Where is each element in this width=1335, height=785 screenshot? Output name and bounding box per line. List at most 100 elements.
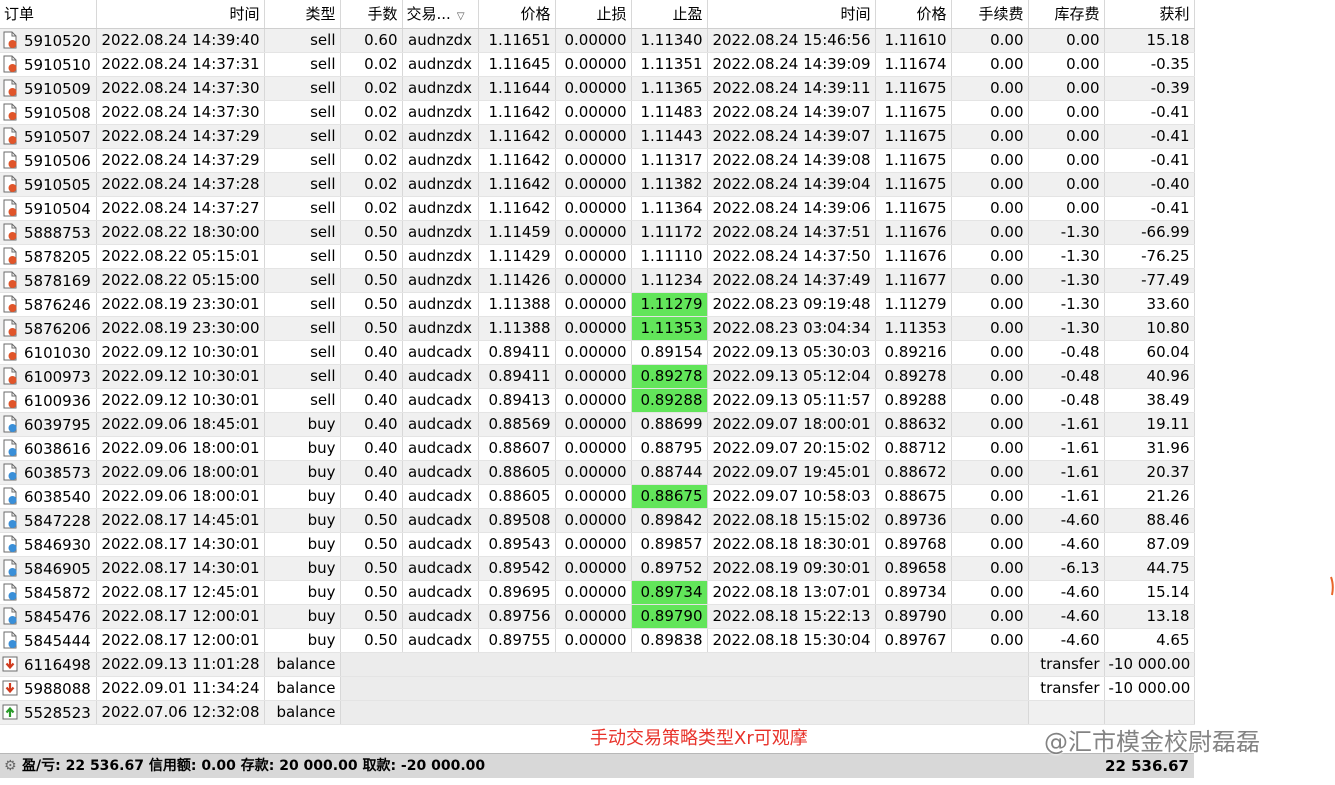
cell-type: buy bbox=[264, 604, 341, 629]
table-row[interactable]: 5876206 2022.08.19 23:30:00 sell 0.50 audnzd… bbox=[0, 316, 1195, 341]
table-row[interactable]: 6100973 2022.09.12 10:30:01 sell 0.40 audcad… bbox=[0, 364, 1195, 389]
col-header-profit[interactable]: 获利 bbox=[1104, 0, 1195, 29]
cell-profit: 88.46 bbox=[1104, 508, 1195, 533]
table-row[interactable]: 5910504 2022.08.24 14:37:27 sell 0.02 audnzd… bbox=[0, 196, 1195, 221]
cell-close-price: 1.11675 bbox=[875, 196, 952, 221]
table-row[interactable]: 5846930 2022.08.17 14:30:01 buy 0.50 audcadx… bbox=[0, 532, 1195, 557]
table-row[interactable]: 5845444 2022.08.17 12:00:01 buy 0.50 audcadx… bbox=[0, 628, 1195, 653]
cell-symbol: audcadx bbox=[402, 532, 479, 557]
cell-order: 5846905 bbox=[0, 556, 97, 581]
table-row[interactable]: 5845872 2022.08.17 12:45:01 buy 0.50 audcadx… bbox=[0, 580, 1195, 605]
cell-profit: 21.26 bbox=[1104, 484, 1195, 509]
balance-row[interactable]: 5528523 2022.07.06 12:32:08 balance bbox=[0, 700, 1195, 725]
table-row[interactable]: 5910506 2022.08.24 14:37:29 sell 0.02 audnzd… bbox=[0, 148, 1195, 173]
cell-symbol: audnzdx bbox=[402, 76, 479, 101]
cell-profit: 20.37 bbox=[1104, 460, 1195, 485]
cell-take-profit: 0.88795 bbox=[631, 436, 708, 461]
cell-take-profit: 0.88675 bbox=[631, 484, 708, 509]
cell-close-price: 0.89736 bbox=[875, 508, 952, 533]
cell-profit: -0.41 bbox=[1104, 148, 1195, 173]
withdrawal-arrow-icon bbox=[2, 656, 18, 671]
order-number: 5910520 bbox=[24, 31, 91, 50]
cell-close-price: 0.89216 bbox=[875, 340, 952, 365]
table-row[interactable]: 6038573 2022.09.06 18:00:01 buy 0.40 audcadx… bbox=[0, 460, 1195, 485]
cell-open-price: 1.11645 bbox=[478, 52, 556, 77]
table-row[interactable]: 5910510 2022.08.24 14:37:31 sell 0.02 audnzd… bbox=[0, 52, 1195, 77]
table-row[interactable]: 5847228 2022.08.17 14:45:01 buy 0.50 audcadx… bbox=[0, 508, 1195, 533]
cell-swap: -1.30 bbox=[1028, 316, 1105, 341]
order-number: 5910504 bbox=[24, 199, 91, 218]
col-header-close-price[interactable]: 价格 bbox=[875, 0, 952, 29]
cell-open-time: 2022.08.17 12:45:01 bbox=[96, 580, 265, 605]
cell-type: sell bbox=[264, 292, 341, 317]
table-row[interactable]: 5845476 2022.08.17 12:00:01 buy 0.50 audcadx… bbox=[0, 604, 1195, 629]
col-header-order[interactable]: 订单 bbox=[0, 0, 97, 29]
table-row[interactable]: 5888753 2022.08.22 18:30:00 sell 0.50 audnzd… bbox=[0, 220, 1195, 245]
cell-commission: 0.00 bbox=[951, 316, 1029, 341]
cell-lots: 0.50 bbox=[340, 244, 403, 269]
cell-lots: 0.40 bbox=[340, 460, 403, 485]
order-number: 5845872 bbox=[24, 583, 91, 602]
cell-symbol: audcadx bbox=[402, 580, 479, 605]
order-number: 5876206 bbox=[24, 319, 91, 338]
cell-commission: 0.00 bbox=[951, 196, 1029, 221]
cell-empty-span bbox=[340, 676, 1029, 701]
cell-commission: 0.00 bbox=[951, 580, 1029, 605]
cell-profit: -0.39 bbox=[1104, 76, 1195, 101]
table-row[interactable]: 5876246 2022.08.19 23:30:01 sell 0.50 audnzd… bbox=[0, 292, 1195, 317]
cell-stop-loss: 0.00000 bbox=[555, 244, 632, 269]
col-header-type[interactable]: 类型 bbox=[264, 0, 341, 29]
balance-row[interactable]: 5988088 2022.09.01 11:34:24 balance transfe… bbox=[0, 676, 1195, 701]
order-number: 6101030 bbox=[24, 343, 91, 362]
table-row[interactable]: 5878169 2022.08.22 05:15:00 sell 0.50 audnzd… bbox=[0, 268, 1195, 293]
cell-close-time: 2022.09.07 20:15:02 bbox=[707, 436, 876, 461]
col-header-symbol[interactable]: 交易... ▽ bbox=[402, 0, 479, 29]
cell-close-price: 0.89768 bbox=[875, 532, 952, 557]
cell-open-time: 2022.08.24 14:39:40 bbox=[96, 28, 265, 53]
table-row[interactable]: 6039795 2022.09.06 18:45:01 buy 0.40 audcadx… bbox=[0, 412, 1195, 437]
balance-row[interactable]: 6116498 2022.09.13 11:01:28 balance transfe… bbox=[0, 652, 1195, 677]
cell-open-time: 2022.08.24 14:37:29 bbox=[96, 148, 265, 173]
cell-type: sell bbox=[264, 76, 341, 101]
cell-close-price: 0.88675 bbox=[875, 484, 952, 509]
table-row[interactable]: 5910505 2022.08.24 14:37:28 sell 0.02 audnzd… bbox=[0, 172, 1195, 197]
sell-order-icon bbox=[3, 271, 17, 288]
cell-symbol: audnzdx bbox=[402, 196, 479, 221]
order-number: 6039795 bbox=[24, 415, 91, 434]
cell-close-price: 1.11676 bbox=[875, 220, 952, 245]
col-header-close-time[interactable]: 时间 bbox=[707, 0, 876, 29]
col-header-lots[interactable]: 手数 bbox=[340, 0, 403, 29]
table-row[interactable]: 5846905 2022.08.17 14:30:01 buy 0.50 audcadx… bbox=[0, 556, 1195, 581]
cell-swap: -4.60 bbox=[1028, 604, 1105, 629]
cell-close-price: 0.89278 bbox=[875, 364, 952, 389]
sell-order-icon bbox=[3, 127, 17, 144]
cell-type: balance bbox=[264, 652, 341, 677]
cell-order: 6038573 bbox=[0, 460, 97, 485]
table-row[interactable]: 5910507 2022.08.24 14:37:29 sell 0.02 audnzd… bbox=[0, 124, 1195, 149]
table-row[interactable]: 6100936 2022.09.12 10:30:01 sell 0.40 audcad… bbox=[0, 388, 1195, 413]
col-header-open-time[interactable]: 时间 bbox=[96, 0, 265, 29]
cell-profit: -0.41 bbox=[1104, 196, 1195, 221]
summary-toggle-icon[interactable]: ⚙ bbox=[4, 754, 17, 778]
cell-close-time: 2022.09.07 19:45:01 bbox=[707, 460, 876, 485]
col-header-open-price[interactable]: 价格 bbox=[478, 0, 556, 29]
table-row[interactable]: 5910509 2022.08.24 14:37:30 sell 0.02 audnzd… bbox=[0, 76, 1195, 101]
cell-symbol: audcadx bbox=[402, 340, 479, 365]
table-row[interactable]: 6038616 2022.09.06 18:00:01 buy 0.40 audcadx… bbox=[0, 436, 1195, 461]
col-header-stop-loss[interactable]: 止损 bbox=[555, 0, 632, 29]
table-row[interactable]: 5910508 2022.08.24 14:37:30 sell 0.02 audnzd… bbox=[0, 100, 1195, 125]
cell-stop-loss: 0.00000 bbox=[555, 148, 632, 173]
cell-swap: -1.61 bbox=[1028, 436, 1105, 461]
table-row[interactable]: 5910520 2022.08.24 14:39:40 sell 0.60 audnzd… bbox=[0, 28, 1195, 53]
cell-stop-loss: 0.00000 bbox=[555, 532, 632, 557]
cell-close-time: 2022.09.13 05:30:03 bbox=[707, 340, 876, 365]
col-header-swap[interactable]: 库存费 bbox=[1028, 0, 1105, 29]
table-row[interactable]: 5878205 2022.08.22 05:15:01 sell 0.50 audnzd… bbox=[0, 244, 1195, 269]
trade-history-table: 订单 时间 类型 手数 交易... ▽ 价格 止损 止盈 时间 价格 手续费 库存… bbox=[0, 0, 1195, 725]
col-header-take-profit[interactable]: 止盈 bbox=[631, 0, 708, 29]
table-row[interactable]: 6038540 2022.09.06 18:00:01 buy 0.40 audcadx… bbox=[0, 484, 1195, 509]
col-header-commission[interactable]: 手续费 bbox=[951, 0, 1029, 29]
cell-profit: 4.65 bbox=[1104, 628, 1195, 653]
table-row[interactable]: 6101030 2022.09.12 10:30:01 sell 0.40 audcad… bbox=[0, 340, 1195, 365]
cell-lots: 0.02 bbox=[340, 172, 403, 197]
